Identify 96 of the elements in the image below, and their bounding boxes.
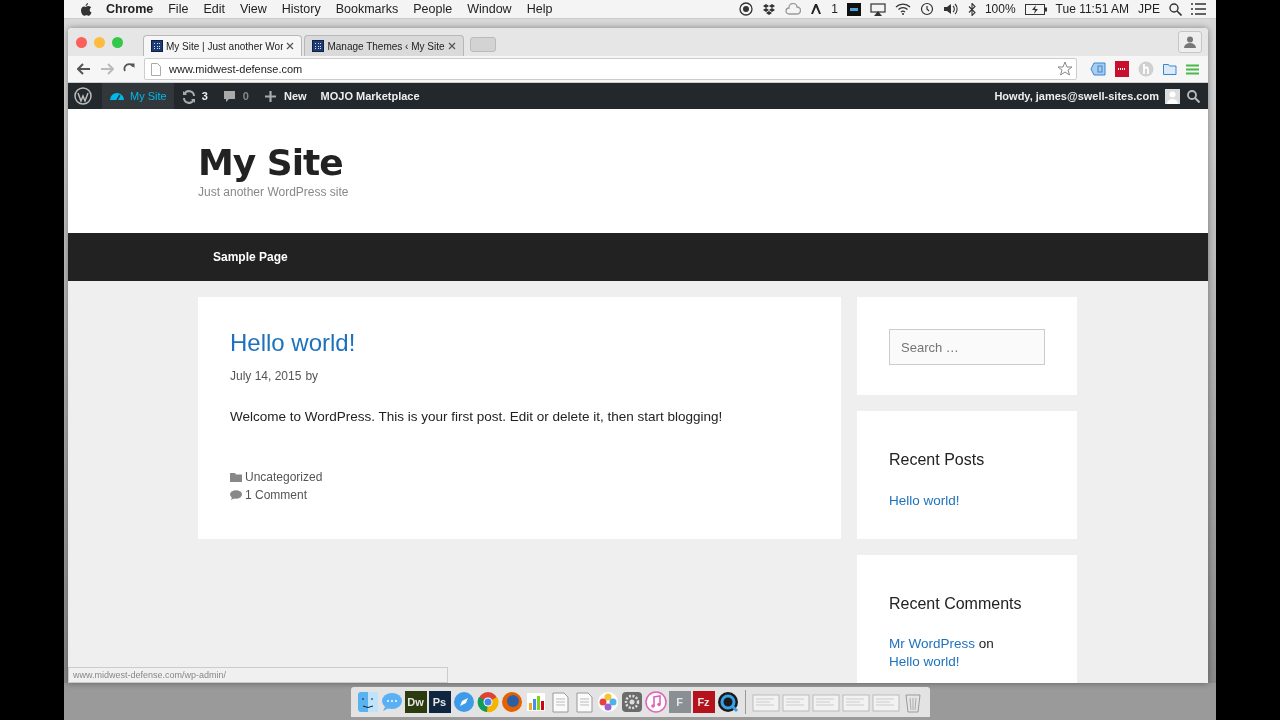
app-icon[interactable]: Ps (428, 691, 451, 713)
cloud-icon[interactable] (785, 3, 802, 15)
adobe-icon[interactable] (810, 3, 823, 15)
tag-icon[interactable] (1090, 62, 1106, 76)
menu-item[interactable]: Help (526, 2, 553, 16)
window-thumbnail[interactable] (811, 691, 840, 713)
window-thumbnail[interactable] (781, 691, 810, 713)
close-icon[interactable] (286, 42, 295, 50)
comment-icon (221, 88, 237, 104)
search-field[interactable]: Search … (889, 329, 1045, 365)
battery-icon[interactable] (1024, 3, 1047, 15)
menu-item[interactable]: People (413, 2, 453, 16)
folder-icon (230, 472, 242, 482)
browser-tab[interactable]: Manage Themes ‹ My Site (304, 35, 464, 56)
forward-icon (100, 63, 114, 75)
app-icon[interactable]: Dw (404, 691, 427, 713)
author-link[interactable]: Mr WordPress (889, 636, 975, 651)
post-link[interactable]: Hello world! (889, 493, 960, 508)
app-icon[interactable]: Fz (692, 691, 715, 713)
star-icon[interactable] (1057, 61, 1073, 77)
volume-icon[interactable] (942, 3, 959, 15)
admin-bar-item[interactable]: 0 (214, 83, 256, 109)
category-link[interactable]: Uncategorized (245, 470, 323, 484)
compass-icon[interactable] (452, 691, 475, 713)
menu-icon[interactable] (1186, 63, 1199, 75)
nav-link[interactable]: Sample Page (213, 250, 288, 264)
comment-icon (230, 490, 242, 500)
close-icon[interactable] (447, 42, 456, 50)
post-byline: by (305, 369, 319, 383)
search-icon[interactable] (1187, 89, 1200, 103)
bluetooth-icon[interactable] (967, 2, 976, 16)
admin-bar-item[interactable]: New (255, 83, 314, 109)
post-content: Welcome to WordPress. This is your first post. Edit or delete it, then start blogging! (230, 409, 724, 424)
dropbox-icon[interactable] (762, 2, 777, 16)
menu-item[interactable]: Bookmarks (335, 2, 399, 16)
screen-icon[interactable] (846, 2, 861, 16)
quicktime-icon[interactable] (716, 691, 739, 713)
post-date[interactable]: July 14, 2015 (230, 369, 302, 383)
admin-bar-item[interactable]: 3 (173, 83, 215, 109)
window-thumbnail[interactable] (871, 691, 900, 713)
menu-item[interactable]: View (239, 2, 267, 16)
favicon-icon (151, 40, 163, 52)
window-thumbnail[interactable] (841, 691, 870, 713)
back-icon[interactable] (77, 63, 91, 75)
post-link[interactable]: Hello world! (889, 654, 960, 669)
comments-link[interactable]: 1 Comment (245, 488, 308, 502)
chrome-icon[interactable] (476, 691, 499, 713)
airplay-icon[interactable] (869, 2, 886, 16)
site-title[interactable]: My Site (198, 142, 1078, 183)
site-tagline: Just another WordPress site (198, 185, 350, 199)
finder-icon[interactable] (356, 691, 379, 713)
bar-chart-icon[interactable] (524, 691, 547, 713)
favicon-icon (312, 40, 325, 52)
url-text: www.midwest-defense.com (169, 63, 303, 75)
person-icon (1184, 36, 1196, 48)
admin-bar-item[interactable]: MOJO Marketplace (313, 83, 427, 109)
app-menu[interactable]: Chrome (106, 2, 154, 16)
menu-icon[interactable] (1191, 3, 1206, 15)
clock-icon[interactable] (919, 2, 934, 16)
admin-bar-item[interactable]: My Site (102, 83, 174, 109)
plus-icon (262, 88, 278, 104)
notification-count: 1 (831, 2, 838, 16)
refresh-icon (180, 88, 196, 104)
folder-icon[interactable] (1163, 63, 1177, 75)
profile-button[interactable] (1178, 31, 1202, 53)
menu-item[interactable]: File (168, 2, 189, 16)
avatar-icon (1165, 88, 1180, 104)
battery-percent: 100% (984, 2, 1016, 16)
record-icon[interactable] (739, 2, 754, 16)
wordpress-icon[interactable] (74, 87, 92, 105)
close-button[interactable] (76, 36, 87, 48)
menu-item[interactable]: Window (467, 2, 512, 16)
gear-icon[interactable] (620, 691, 643, 713)
music-note-icon[interactable] (644, 691, 667, 713)
post-title[interactable]: Hello world! (230, 329, 809, 357)
window-thumbnail[interactable] (751, 691, 780, 713)
page-icon (151, 62, 161, 76)
widget-heading: Recent Posts (889, 451, 986, 469)
tab-title: My Site | Just another Wor (166, 40, 284, 52)
user-name[interactable]: JPE (1138, 2, 1160, 16)
menu-item[interactable]: Edit (203, 2, 225, 16)
tab-title: Manage Themes ‹ My Site (327, 40, 445, 52)
account-menu[interactable]: Howdy, james@swell-sites.com (987, 83, 1187, 109)
address-bar[interactable]: www.midwest-defense.com (144, 58, 1077, 80)
apple-icon[interactable] (80, 2, 92, 16)
extension-icon[interactable] (1115, 61, 1129, 77)
fox-globe-icon[interactable] (500, 691, 523, 713)
widget-heading: Recent Comments (889, 595, 1023, 613)
browser-tab[interactable]: My Site | Just another Wor (143, 35, 303, 56)
clock[interactable]: Tue 11:51 AM (1055, 2, 1129, 16)
search-icon[interactable] (1169, 2, 1182, 16)
status-url: www.midwest-defense.com/wp-admin/ (68, 667, 448, 683)
flower-icon[interactable] (596, 691, 619, 713)
comment-on: on (978, 636, 994, 651)
menu-item[interactable]: History (281, 2, 321, 16)
wifi-icon[interactable] (894, 3, 911, 15)
